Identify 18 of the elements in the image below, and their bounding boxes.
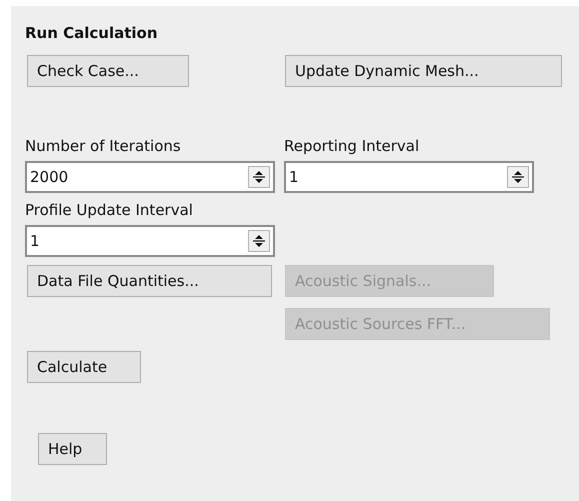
field-label: Reporting Interval [284,136,420,157]
data-file-quantities-button[interactable]: Data File Quantities... [27,265,272,297]
number-spinner-field[interactable]: 1 [284,161,534,193]
check-case-button[interactable]: Check Case... [27,55,189,87]
number-spinner-field[interactable]: 2000 [25,161,275,193]
field-value: 1 [30,230,41,252]
field-value: 2000 [30,166,70,188]
field-label: Number of Iterations [25,136,182,157]
panel-title: Run Calculation [25,23,159,43]
field-value: 1 [289,166,300,188]
field-label: Profile Update Interval [25,200,194,221]
spinner-arrows-icon[interactable] [248,230,270,252]
spinner-arrows-icon[interactable] [248,166,270,188]
spinner-arrows-icon[interactable] [507,166,529,188]
help-button[interactable]: Help [38,433,107,465]
calculate-button[interactable]: Calculate [27,351,141,383]
update-mesh-button[interactable]: Update Dynamic Mesh... [285,55,562,87]
number-spinner-field[interactable]: 1 [25,225,275,257]
